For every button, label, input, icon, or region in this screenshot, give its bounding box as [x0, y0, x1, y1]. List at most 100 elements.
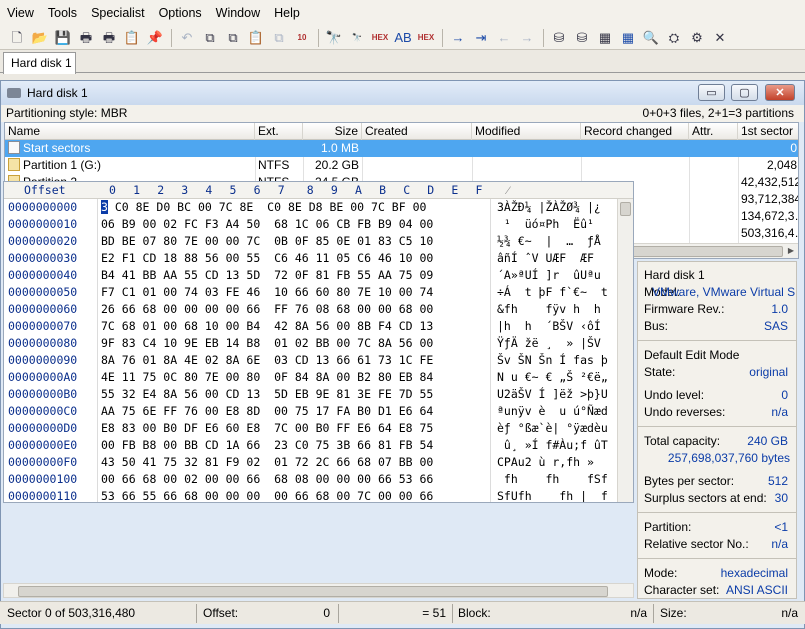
window-titlebar[interactable]: Hard disk 1 ▭ ▢ ✕: [1, 81, 804, 105]
col-header-created[interactable]: Created: [362, 123, 472, 140]
list-row[interactable]: Partition 1 (G:) NTFS 20.2 GB 2,048: [5, 157, 798, 174]
ascii-row[interactable]: CPAu2 ù r,fh »: [497, 454, 594, 471]
paste-icon[interactable]: 📌: [146, 29, 164, 47]
ascii-row[interactable]: N u €~ € „Š ²€ë„: [497, 369, 608, 386]
binary-icon[interactable]: 10: [293, 29, 311, 47]
hex-row[interactable]: 9F 83 C4 10 9E EB 14 B8 01 02 BB 00 7C 8…: [101, 335, 433, 352]
ascii-row[interactable]: èƒ °ßæ`è| °ÿædèu: [497, 420, 608, 437]
hex-bytes-column[interactable]: 3 C0 8E D0 BC 00 7C 8E C0 8E D8 BE 00 7C…: [97, 199, 491, 502]
disk-icon[interactable]: ⛁: [550, 29, 568, 47]
ascii-row[interactable]: &fh fÿv h h: [497, 301, 601, 318]
menu-view[interactable]: View: [0, 0, 41, 26]
col-header-modified[interactable]: Modified: [472, 123, 581, 140]
ascii-row[interactable]: û¸ »Í f#Àu;f ûT: [497, 437, 608, 454]
menu-bar: View Tools Specialist Options Window Help: [0, 0, 805, 26]
hex-row[interactable]: 26 66 68 00 00 00 00 66 FF 76 08 68 00 0…: [101, 301, 433, 318]
scrollbar-thumb[interactable]: [18, 586, 608, 597]
hex-row[interactable]: 8A 76 01 8A 4E 02 8A 6E 03 CD 13 66 61 7…: [101, 352, 433, 369]
ascii-row[interactable]: ½¾ €~ | … ƒÅ: [497, 233, 601, 250]
ascii-row[interactable]: ŸƒÄ žë ¸ » |ŠV: [497, 335, 601, 352]
edit-cursor[interactable]: 3: [101, 200, 108, 214]
row-first-sector: 42,432,512: [741, 175, 799, 189]
copy-hex-icon[interactable]: ⧉: [270, 29, 288, 47]
replace-hex-icon[interactable]: HEX: [417, 29, 435, 47]
minimize-button[interactable]: ▭: [698, 84, 725, 101]
ascii-row[interactable]: |h h ´BŠV ‹ôÍ: [497, 318, 601, 335]
col-header-attr[interactable]: Attr.: [689, 123, 738, 140]
hex-row[interactable]: F7 C1 01 00 74 03 FE 46 10 66 60 80 7E 1…: [101, 284, 433, 301]
menu-specialist[interactable]: Specialist: [84, 0, 152, 26]
ascii-row[interactable]: ¹ üó¤Ph Ëû¹: [497, 216, 594, 233]
print-preview-icon[interactable]: 🖶: [100, 29, 118, 47]
ascii-row[interactable]: fh fh fSf: [497, 471, 608, 488]
goto-sector-icon[interactable]: ⇥: [472, 29, 490, 47]
menu-tools[interactable]: Tools: [41, 0, 84, 26]
hex-horizontal-scrollbar[interactable]: [3, 583, 634, 598]
calculator-icon[interactable]: ▦: [619, 29, 637, 47]
hex-row[interactable]: 55 32 E4 8A 56 00 CD 13 5D EB 9E 81 3E F…: [101, 386, 433, 403]
col-header-record-changed[interactable]: Record changed: [581, 123, 689, 140]
find-text-icon[interactable]: 🔭: [348, 29, 366, 47]
hex-row[interactable]: AA 75 6E FF 76 00 E8 8D 00 75 17 FA B0 D…: [101, 403, 433, 420]
print-icon[interactable]: 🖶: [77, 29, 95, 47]
settings-icon[interactable]: ⚙: [688, 29, 706, 47]
hex-editor[interactable]: Offset 0123456789ABCDEF ⁄ 0000000000 0000…: [3, 181, 634, 503]
col-header-name[interactable]: Name: [5, 123, 255, 140]
find-icon[interactable]: 🔭: [325, 29, 343, 47]
cut-icon[interactable]: ⧉: [224, 29, 242, 47]
hex-row[interactable]: 43 50 41 75 32 81 F9 02 01 72 2C 66 68 0…: [101, 454, 433, 471]
ascii-row[interactable]: U2äŠV Í ]ëž >þ}U: [497, 386, 608, 403]
col-header-first-sector[interactable]: 1st sector: [738, 123, 798, 140]
search-icon[interactable]: 🔍: [642, 29, 660, 47]
camera-icon[interactable]: ⛭: [665, 29, 683, 47]
ascii-row[interactable]: 3ÀŽÐ¼ |ŽÀŽØ¾ |¿: [497, 199, 601, 216]
ascii-row[interactable]: ªunÿv è u ú°Ñæd: [497, 403, 608, 420]
copy-icon[interactable]: ⧉: [201, 29, 219, 47]
ascii-row[interactable]: Šv ŠN Šn Í fas þ: [497, 352, 608, 369]
ram-icon[interactable]: ▦: [596, 29, 614, 47]
close-icon[interactable]: ✕: [711, 29, 729, 47]
undo-icon[interactable]: ↶: [178, 29, 196, 47]
ascii-row[interactable]: SfUfh fh | f: [497, 488, 608, 502]
close-button[interactable]: ✕: [765, 84, 795, 101]
hex-row[interactable]: 00 FB B8 00 BB CD 1A 66 23 C0 75 3B 66 8…: [101, 437, 433, 454]
menu-options[interactable]: Options: [152, 0, 209, 26]
forward-icon[interactable]: →: [518, 29, 536, 47]
hex-row[interactable]: B4 41 BB AA 55 CD 13 5D 72 0F 81 FB 55 A…: [101, 267, 433, 284]
hex-row[interactable]: E8 83 00 B0 DF E6 60 E8 7C 00 B0 FF E6 6…: [101, 420, 433, 437]
ascii-row[interactable]: ÷Á t þF f`€~ t: [497, 284, 608, 301]
hex-row[interactable]: 53 66 55 66 68 00 00 00 00 66 68 00 7C 0…: [101, 488, 433, 502]
disk-clone-icon[interactable]: ⛁: [573, 29, 591, 47]
offset-cell: 00000000C0: [8, 404, 78, 418]
properties-icon[interactable]: 📋: [123, 29, 141, 47]
hex-row[interactable]: E2 F1 CD 18 88 56 00 55 C6 46 11 05 C6 4…: [101, 250, 433, 267]
paste-block-icon[interactable]: 📋: [247, 29, 265, 47]
save-icon[interactable]: 💾: [54, 29, 72, 47]
maximize-button[interactable]: ▢: [731, 84, 758, 101]
hex-row[interactable]: BD BE 07 80 7E 00 00 7C 0B 0F 85 0E 01 8…: [101, 233, 433, 250]
hex-row[interactable]: 4E 11 75 0C 80 7E 00 80 0F 84 8A 00 B2 8…: [101, 369, 433, 386]
hex-row[interactable]: 06 B9 00 02 FC F3 A4 50 68 1C 06 CB FB B…: [101, 216, 433, 233]
hex-row[interactable]: 7C 68 01 00 68 10 00 B4 42 8A 56 00 8B F…: [101, 318, 433, 335]
hex-row[interactable]: 3 C0 8E D0 BC 00 7C 8E C0 8E D8 BE 00 7C…: [101, 199, 426, 216]
hex-vertical-scrollbar[interactable]: [617, 199, 633, 502]
back-icon[interactable]: ←: [495, 29, 513, 47]
tab-hard-disk-1[interactable]: Hard disk 1: [3, 52, 76, 74]
menu-help[interactable]: Help: [267, 0, 307, 26]
scroll-right-icon[interactable]: ▶: [788, 246, 794, 255]
col-header-ext[interactable]: Ext.: [255, 123, 303, 140]
firmware-label: Firmware Rev.:: [644, 302, 725, 316]
open-file-icon[interactable]: 📂: [31, 29, 49, 47]
replace-text-icon[interactable]: AB: [394, 29, 412, 47]
ascii-row[interactable]: âñÍ ˆV UÆF ÆF: [497, 250, 594, 267]
ascii-row[interactable]: ´A»ªUÍ ]r ûUªu: [497, 267, 601, 284]
goto-offset-icon[interactable]: →: [449, 29, 467, 47]
ascii-text-column[interactable]: 3ÀŽÐ¼ |ŽÀŽØ¾ |¿ ¹ üó¤Ph Ëû¹ ½¾ €~ | … ƒÅ â…: [491, 199, 619, 502]
find-hex-icon[interactable]: HEX: [371, 29, 389, 47]
menu-window[interactable]: Window: [209, 0, 267, 26]
hex-row[interactable]: 00 66 68 00 02 00 00 66 68 08 00 00 00 6…: [101, 471, 433, 488]
new-file-icon[interactable]: 🗋: [8, 29, 26, 47]
scrollbar-thumb[interactable]: [620, 202, 631, 216]
col-header-size[interactable]: Size: [303, 123, 362, 140]
list-row[interactable]: Start sectors 1.0 MB 0: [5, 140, 798, 157]
